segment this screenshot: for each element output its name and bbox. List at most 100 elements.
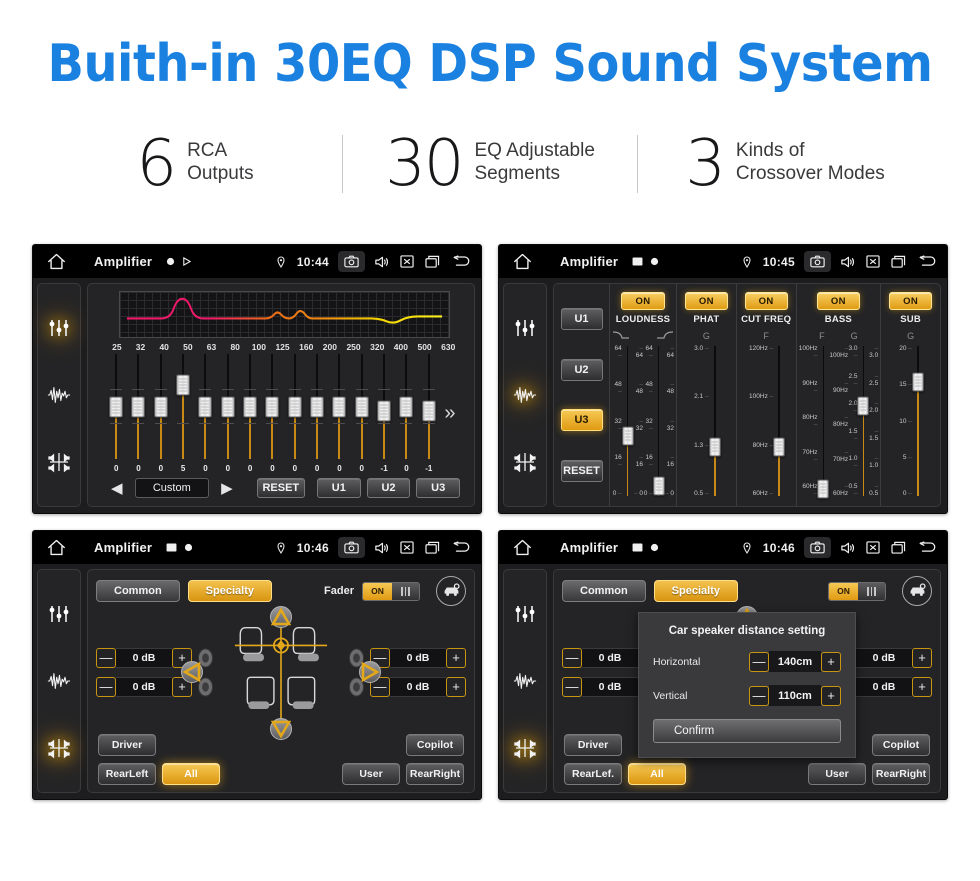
eq-knob[interactable] [176, 374, 191, 396]
slider-knob[interactable] [817, 479, 830, 498]
close-icon[interactable] [866, 255, 880, 268]
home-icon[interactable] [513, 539, 532, 556]
pad-left-button[interactable] [181, 661, 203, 683]
close-icon[interactable] [866, 541, 880, 554]
tab-specialty[interactable]: Specialty [187, 580, 272, 602]
back-icon[interactable] [451, 255, 471, 268]
eq-track[interactable] [377, 354, 392, 459]
equalizer-icon[interactable] [512, 601, 538, 627]
eq-track[interactable] [332, 354, 347, 459]
slider-knob[interactable] [708, 437, 721, 456]
seat-all-button[interactable]: All [162, 763, 220, 785]
eq-knob[interactable] [131, 396, 146, 417]
decrement-button[interactable]: — [96, 676, 116, 697]
eq-knob[interactable] [243, 396, 258, 417]
eq-band-50[interactable]: 5 [172, 354, 194, 473]
increment-button[interactable]: + [446, 676, 466, 697]
back-icon[interactable] [917, 255, 937, 268]
eq-band-32[interactable]: 0 [127, 354, 149, 473]
eq-knob[interactable] [377, 400, 392, 422]
eq-knob[interactable] [354, 396, 369, 417]
slider-track[interactable] [857, 346, 870, 496]
pad-right-button[interactable] [359, 661, 381, 683]
recents-icon[interactable] [891, 541, 906, 554]
eq-band-80[interactable]: 0 [217, 354, 239, 473]
volume-icon[interactable] [840, 255, 855, 269]
recents-icon[interactable] [891, 255, 906, 268]
waveform-icon[interactable] [46, 382, 72, 408]
balance-icon[interactable] [46, 735, 72, 761]
reset-button[interactable]: RESET [256, 478, 305, 498]
slider-track[interactable] [817, 346, 830, 498]
slider-track[interactable] [708, 346, 721, 496]
slider-track[interactable] [911, 346, 924, 496]
pad-down-button[interactable] [270, 718, 292, 740]
eq-band-63[interactable]: 0 [194, 354, 216, 473]
waveform-icon[interactable] [46, 668, 72, 694]
eq-track[interactable] [243, 354, 258, 459]
dsp-on-toggle[interactable]: ON [684, 292, 728, 310]
recents-icon[interactable] [425, 541, 440, 554]
equalizer-icon[interactable] [46, 601, 72, 627]
preset-next-button[interactable]: ▶ [215, 479, 239, 497]
dsp-on-toggle[interactable]: ON [744, 292, 788, 310]
dsp-slider-phat-0[interactable]: 3.02.11.30.5 [694, 344, 721, 498]
seat-user-button[interactable]: User [342, 763, 400, 785]
slider-knob[interactable] [621, 426, 634, 446]
slider-track[interactable] [621, 346, 634, 496]
volume-icon[interactable] [840, 541, 855, 555]
tab-common[interactable]: Common [96, 580, 180, 602]
volume-icon[interactable] [374, 255, 389, 269]
eq-band-500[interactable]: 0 [395, 354, 417, 473]
seat-copilot-button[interactable]: Copilot [406, 734, 464, 756]
eq-knob[interactable] [220, 396, 235, 417]
eq-track[interactable] [310, 354, 325, 459]
eq-track[interactable] [354, 354, 369, 459]
slider-knob[interactable] [857, 396, 870, 416]
eq-band-100[interactable]: 0 [239, 354, 261, 473]
preset-u3-button[interactable]: U3 [416, 478, 461, 498]
equalizer-icon[interactable] [512, 315, 538, 341]
reset-button[interactable]: RESET [560, 459, 603, 482]
chevron-double-right-icon[interactable]: » [440, 354, 460, 473]
camera-icon[interactable] [338, 251, 365, 272]
home-icon[interactable] [47, 539, 66, 556]
eq-track[interactable] [399, 354, 414, 459]
eq-track[interactable] [176, 354, 191, 459]
camera-icon[interactable] [804, 251, 831, 272]
balance-icon[interactable] [512, 735, 538, 761]
preset-prev-button[interactable]: ◀ [105, 479, 129, 497]
preset-u2-button[interactable]: U2 [366, 478, 411, 498]
home-icon[interactable] [513, 253, 532, 270]
preset-u2-button[interactable]: U2 [560, 358, 603, 381]
eq-knob[interactable] [198, 396, 213, 417]
vertical-increment-button[interactable]: + [821, 685, 841, 706]
preset-u1-button[interactable]: U1 [316, 478, 361, 498]
dsp-slider-bass-1[interactable]: 3.02.52.01.51.00.5 3.02.52.01.51.00.5 [848, 344, 878, 498]
horizontal-decrement-button[interactable]: — [749, 651, 769, 672]
eq-band-250[interactable]: 0 [328, 354, 350, 473]
eq-track[interactable] [421, 354, 436, 459]
preset-u1-button[interactable]: U1 [560, 308, 603, 331]
waveform-icon[interactable] [512, 382, 538, 408]
eq-knob[interactable] [310, 396, 325, 417]
eq-track[interactable] [153, 354, 168, 459]
preset-name[interactable]: Custom [134, 478, 210, 498]
eq-knob[interactable] [265, 396, 280, 417]
eq-track[interactable] [265, 354, 280, 459]
eq-knob[interactable] [287, 396, 302, 417]
dsp-slider-sub-0[interactable]: 20151050 [899, 344, 924, 498]
eq-knob[interactable] [153, 396, 168, 417]
camera-icon[interactable] [804, 537, 831, 558]
slider-knob[interactable] [911, 372, 924, 392]
recents-icon[interactable] [425, 255, 440, 268]
eq-band-630[interactable]: -1 [418, 354, 440, 473]
waveform-icon[interactable] [512, 668, 538, 694]
slider-track[interactable] [773, 346, 786, 496]
dsp-on-toggle[interactable]: ON [816, 292, 860, 310]
eq-band-160[interactable]: 0 [284, 354, 306, 473]
pad-up-button[interactable] [270, 606, 292, 628]
eq-knob[interactable] [399, 396, 414, 417]
eq-track[interactable] [131, 354, 146, 459]
preset-u3-button[interactable]: U3 [560, 409, 603, 432]
